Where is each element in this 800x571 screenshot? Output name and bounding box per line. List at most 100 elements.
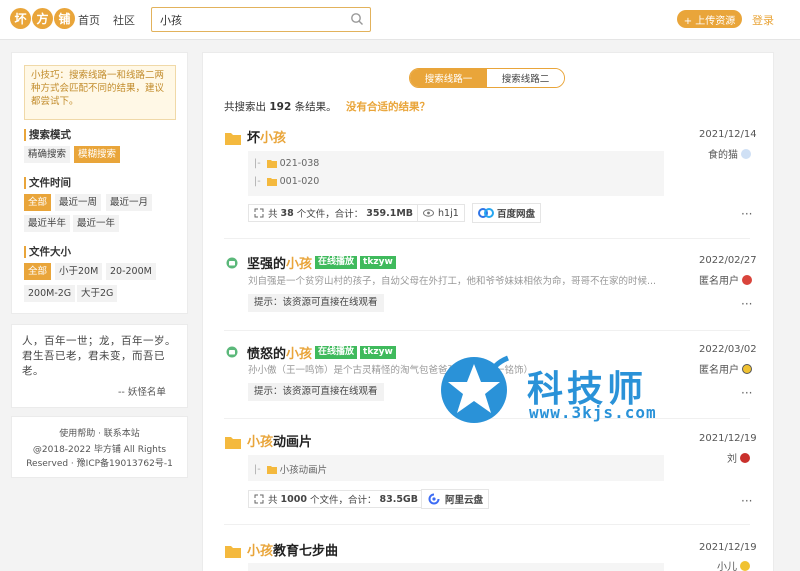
result-description: 刘自强是一个贫穷山村的孩子，自幼父母在外打工，他和爷爷妹妹相依为命，哥哥不在家的… xyxy=(248,276,657,287)
tree-pipe-icon: |- xyxy=(254,176,261,187)
result-owner[interactable]: 匿名用户 xyxy=(699,361,752,376)
tab-route-2[interactable]: 搜索线路二 xyxy=(487,69,564,87)
size-gt-2g[interactable]: 大于2G xyxy=(77,285,118,302)
tree-pipe-icon: |- xyxy=(254,463,261,475)
folder-icon xyxy=(266,465,277,474)
file-time-title: 文件时间 xyxy=(24,177,71,189)
total-size: 359.1MB xyxy=(366,207,414,219)
footer-links[interactable]: 使用帮助 · 联系本站 xyxy=(12,426,187,439)
route-switcher: 搜索线路一 搜索线路二 xyxy=(409,68,565,88)
login-link[interactable]: 登录 xyxy=(752,12,774,28)
size-all[interactable]: 全部 xyxy=(24,263,52,280)
time-month[interactable]: 最近一月 xyxy=(106,194,153,211)
title-text: 动画片 xyxy=(273,435,313,450)
size-lt-20m[interactable]: 小于20M xyxy=(55,263,103,280)
time-year[interactable]: 最近一年 xyxy=(73,215,120,232)
mode-exact[interactable]: 精确搜索 xyxy=(24,146,71,163)
file-name: 小孩动画片 xyxy=(279,465,328,476)
icp-line[interactable]: Reserved · 豫ICP备19013762号-1 xyxy=(12,456,187,469)
view-count: h1j1 xyxy=(417,204,465,222)
avatar xyxy=(740,560,750,571)
size-200m-2g[interactable]: 200M-2G xyxy=(24,285,76,302)
result-title[interactable]: 小孩 教育七步曲 xyxy=(247,540,338,559)
title-highlight: 小孩 xyxy=(260,131,287,146)
result-title[interactable]: 坚强的 小孩 在线播放 tkzyw xyxy=(247,253,396,272)
file-entry[interactable]: |- 001-020 xyxy=(254,176,319,187)
avatar xyxy=(742,274,752,285)
result-count: 192 xyxy=(269,101,292,113)
baidu-pan-icon xyxy=(478,208,494,218)
time-all[interactable]: 全部 xyxy=(24,194,52,211)
logo-char: 坏 xyxy=(10,8,31,29)
online-notice: 提示：该资源可直接在线观看 xyxy=(248,294,384,312)
expand-icon xyxy=(254,494,264,504)
result-title[interactable]: 小孩 动画片 xyxy=(247,431,312,450)
aliyun-drive-icon xyxy=(428,493,440,505)
count-suffix: 个文件，合计： xyxy=(296,209,364,220)
tv-play-icon xyxy=(226,346,238,358)
search-mode-title: 搜索模式 xyxy=(24,129,71,141)
quote-text: 人，百年一世；龙，百年一岁。 君生吾已老，君未变，而吾已老。 xyxy=(22,334,182,379)
result-summary: 共搜索出 192 条结果。 没有合适的结果？ xyxy=(224,99,430,114)
search-box xyxy=(151,7,371,32)
title-highlight: 小孩 xyxy=(247,544,274,559)
result-title[interactable]: 坏小孩 xyxy=(247,127,286,146)
title-highlight: 小孩 xyxy=(247,435,274,450)
copyright-line: @2018-2022 毕方铺 All Rights xyxy=(32,445,167,455)
disk-aliyun[interactable]: 阿里云盘 xyxy=(421,489,490,509)
result-title[interactable]: 愤怒的 小孩 在线播放 tkzyw xyxy=(247,343,396,362)
result-date: 2021/12/14 xyxy=(699,129,757,140)
file-name: 021-038 xyxy=(279,158,320,169)
more-icon[interactable]: ··· xyxy=(741,494,752,508)
result-date: 2022/03/02 xyxy=(699,344,757,355)
tab-route-1[interactable]: 搜索线路一 xyxy=(410,69,487,87)
avatar xyxy=(741,148,751,159)
file-size-title: 文件大小 xyxy=(24,246,71,258)
upload-button[interactable]: + 上传资源 xyxy=(677,10,742,28)
more-icon[interactable]: ··· xyxy=(741,207,752,221)
title-highlight: 小孩 xyxy=(286,347,313,362)
summary-suffix: 条结果。 xyxy=(294,101,337,113)
time-week[interactable]: 最近一周 xyxy=(55,194,102,211)
no-result-link[interactable]: 没有合适的结果？ xyxy=(346,101,430,113)
source-badge: tkzyw xyxy=(360,256,396,269)
title-text: 坚强的 xyxy=(247,257,287,272)
owner-name: 匿名用户 xyxy=(699,276,739,287)
disk-baidu[interactable]: 百度网盘 xyxy=(472,203,542,223)
file-entry[interactable]: |- 小孩动画片 xyxy=(254,462,328,477)
search-input[interactable] xyxy=(152,8,342,31)
owner-name: 匿名用户 xyxy=(699,365,739,376)
mode-fuzzy[interactable]: 模糊搜索 xyxy=(74,146,121,163)
online-notice: 提示：该资源可直接在线观看 xyxy=(248,383,384,401)
expand-icon xyxy=(254,208,264,218)
site-logo[interactable]: 坏 方 铺 xyxy=(10,8,76,29)
nav-home[interactable]: 首页 xyxy=(78,12,100,28)
source-badge: tkzyw xyxy=(360,346,396,359)
file-list xyxy=(248,563,664,571)
avatar xyxy=(742,363,752,374)
more-icon[interactable]: ··· xyxy=(741,297,752,311)
result-date: 2021/12/19 xyxy=(699,542,757,553)
file-entry[interactable]: |- 021-038 xyxy=(254,158,319,169)
tree-pipe-icon: |- xyxy=(254,158,261,169)
result-owner[interactable]: 食的猫 xyxy=(708,146,751,161)
result-owner[interactable]: 匿名用户 xyxy=(699,272,752,287)
title-text: 教育七步曲 xyxy=(273,544,339,559)
nav-community[interactable]: 社区 xyxy=(113,12,135,28)
search-icon[interactable] xyxy=(350,12,364,26)
result-date: 2021/12/19 xyxy=(699,433,757,444)
logo-char: 方 xyxy=(32,8,53,29)
result-owner[interactable]: 小儿 xyxy=(717,558,750,571)
divider xyxy=(224,330,750,331)
count-prefix: 共 xyxy=(268,495,278,506)
quote-source: -- 妖怪名单 xyxy=(118,387,166,398)
folder-icon xyxy=(225,546,241,558)
more-icon[interactable]: ··· xyxy=(741,386,752,400)
result-owner[interactable]: 刘 xyxy=(727,450,750,465)
count-suffix: 个文件，合计： xyxy=(309,495,377,506)
disk-name: 阿里云盘 xyxy=(445,495,484,506)
time-half-year[interactable]: 最近半年 xyxy=(24,215,71,232)
avatar xyxy=(740,452,750,463)
size-20-200m[interactable]: 20-200M xyxy=(106,263,156,280)
eye-icon xyxy=(423,209,434,217)
